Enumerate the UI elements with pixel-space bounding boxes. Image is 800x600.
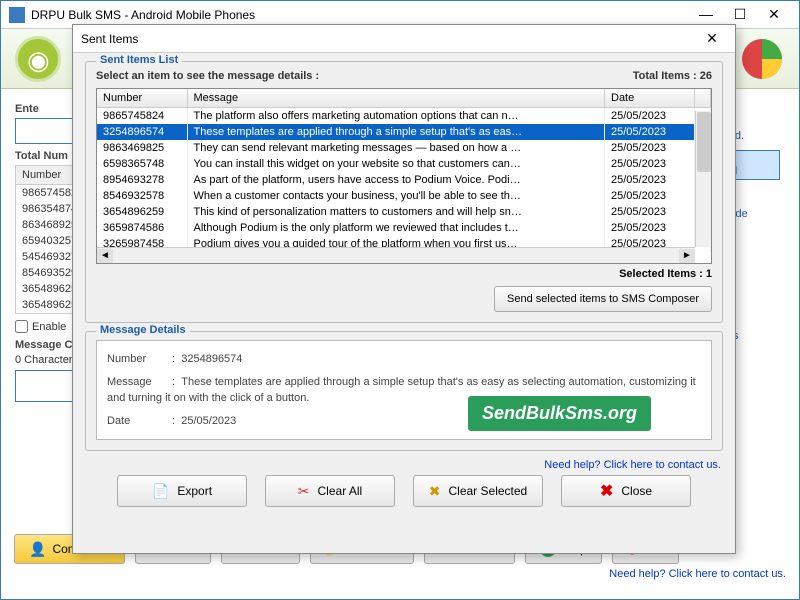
help-link[interactable]: Need help? Click here to contact us. bbox=[14, 568, 786, 580]
col-message[interactable]: Message bbox=[187, 89, 605, 108]
maximize-button[interactable]: ☐ bbox=[723, 4, 757, 26]
detail-number: 3254896574 bbox=[181, 353, 242, 365]
watermark: SendBulkSms.org bbox=[468, 396, 651, 431]
dialog-titlebar: Sent Items ✕ bbox=[73, 25, 735, 53]
dialog-close-action-button[interactable]: Close bbox=[561, 475, 691, 507]
total-items-text: Total Items : 26 bbox=[633, 70, 712, 82]
close-icon bbox=[600, 481, 613, 501]
export-icon bbox=[152, 483, 169, 500]
clear-selected-button[interactable]: Clear Selected bbox=[413, 475, 543, 507]
table-row[interactable]: 9863469825They can send relevant marketi… bbox=[97, 140, 711, 156]
main-title: DRPU Bulk SMS - Android Mobile Phones bbox=[31, 8, 255, 22]
horizontal-scrollbar[interactable]: ◄► bbox=[97, 247, 695, 263]
android-icon bbox=[15, 36, 61, 82]
app-icon bbox=[9, 7, 25, 23]
enable-checkbox[interactable] bbox=[15, 320, 28, 333]
table-row[interactable]: 6598365748You can install this widget on… bbox=[97, 156, 711, 172]
sent-items-group: Sent Items List Select an item to see th… bbox=[85, 61, 723, 323]
details-box: Number : 3254896574 Message : These temp… bbox=[96, 340, 712, 440]
sent-items-legend: Sent Items List bbox=[96, 54, 182, 66]
table-row[interactable]: 9865745824The platform also offers marke… bbox=[97, 108, 711, 125]
enable-label: Enable bbox=[32, 321, 66, 333]
table-row[interactable]: 3654896259This kind of personalization m… bbox=[97, 204, 711, 220]
send-to-composer-button[interactable]: Send selected items to SMS Composer bbox=[494, 286, 712, 312]
instruction-text: Select an item to see the message detail… bbox=[96, 70, 319, 82]
dialog-help-link[interactable]: Need help? Click here to contact us. bbox=[87, 459, 721, 471]
clear-selected-icon bbox=[429, 483, 441, 500]
contact-icon bbox=[29, 541, 46, 558]
details-legend: Message Details bbox=[96, 324, 190, 336]
clear-all-icon bbox=[298, 483, 310, 500]
selected-items-count: Selected Items : 1 bbox=[96, 268, 712, 280]
export-button[interactable]: Export bbox=[117, 475, 247, 507]
col-number[interactable]: Number bbox=[97, 89, 187, 108]
clear-all-button[interactable]: Clear All bbox=[265, 475, 395, 507]
vertical-scrollbar[interactable] bbox=[695, 111, 711, 247]
table-row[interactable]: 3659874586Although Podium is the only pl… bbox=[97, 220, 711, 236]
message-details-group: Message Details Number : 3254896574 Mess… bbox=[85, 331, 723, 451]
close-button[interactable]: ✕ bbox=[757, 4, 791, 26]
table-row[interactable]: 3254896574These templates are applied th… bbox=[97, 124, 711, 140]
dialog-title: Sent Items bbox=[81, 32, 138, 46]
col-date[interactable]: Date bbox=[605, 89, 695, 108]
pie-chart-icon bbox=[739, 36, 785, 82]
minimize-button[interactable]: — bbox=[689, 4, 723, 26]
sent-items-dialog: Sent Items ✕ Sent Items List Select an i… bbox=[72, 24, 736, 554]
sent-items-table[interactable]: Number Message Date 9865745824The platfo… bbox=[96, 88, 712, 264]
dialog-close-button[interactable]: ✕ bbox=[697, 30, 727, 47]
detail-date: 25/05/2023 bbox=[181, 415, 236, 427]
table-row[interactable]: 8954693278As part of the platform, users… bbox=[97, 172, 711, 188]
table-row[interactable]: 8546932578When a customer contacts your … bbox=[97, 188, 711, 204]
